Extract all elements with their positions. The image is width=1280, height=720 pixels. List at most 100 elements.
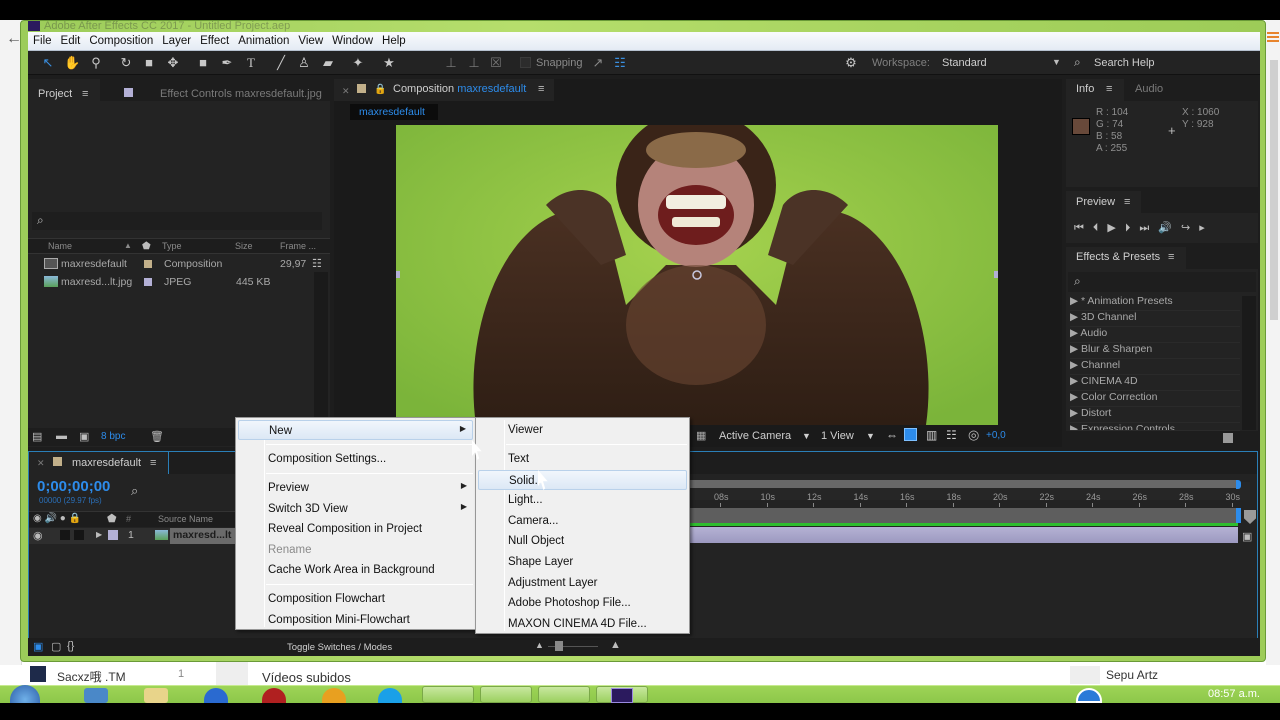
rotation-tool-icon[interactable]: ↻	[118, 56, 134, 70]
submenu-item-adobe-photoshop-file[interactable]: Adobe Photoshop File...	[478, 593, 687, 613]
in-out-controls-icon[interactable]: {}	[67, 640, 74, 652]
rectangle-tool-icon[interactable]: ■	[195, 56, 211, 70]
comp-flowchart-icon[interactable]: ☷	[946, 428, 957, 442]
menu-item-reveal-composition-in-project[interactable]: Reveal Composition in Project	[238, 519, 473, 539]
hand-tool-icon[interactable]: ✋	[64, 56, 80, 70]
transparency-grid-icon[interactable]: ▦	[696, 429, 706, 442]
workspace-dropdown-icon[interactable]: ▼	[1052, 57, 1061, 67]
next-frame-icon[interactable]: ⏵	[1125, 222, 1131, 234]
brush-tool-icon[interactable]: ╱	[273, 56, 289, 70]
comp-button-icon[interactable]: ▣	[1242, 530, 1252, 543]
taskbar-record-window[interactable]	[538, 686, 590, 703]
lock-column-icon[interactable]: 🔒	[69, 513, 81, 524]
local-axis-icon[interactable]: ⊥	[443, 56, 459, 70]
workspace-select[interactable]: Standard	[942, 57, 987, 69]
browser-menu-icon[interactable]	[1267, 32, 1279, 44]
flowchart-icon[interactable]: ☷	[312, 257, 322, 270]
camera-dropdown-icon[interactable]: ▼	[802, 431, 811, 441]
project-scrollbar[interactable]	[314, 272, 328, 426]
camera-tool-icon[interactable]: ■	[141, 56, 157, 70]
timeline-panel-menu-icon[interactable]: ≡	[150, 457, 156, 469]
taskbar-app-window[interactable]	[480, 686, 532, 703]
submenu-item-maxon-cinema-4d-file[interactable]: MAXON CINEMA 4D File...	[478, 614, 687, 634]
time-navigator[interactable]	[690, 480, 1238, 488]
submenu-item-viewer[interactable]: Viewer	[478, 420, 687, 440]
selection-tool-icon[interactable]: ↖	[40, 56, 56, 70]
effects-category[interactable]: ▶ 3D Channel	[1070, 311, 1240, 327]
snap-edges-icon[interactable]: ↗	[590, 56, 606, 70]
work-area-bar[interactable]	[690, 508, 1238, 523]
menu-item-preview[interactable]: Preview ▶	[238, 478, 473, 498]
effects-category[interactable]: ▶ Channel	[1070, 359, 1240, 375]
submenu-item-solid[interactable]: Solid...	[478, 469, 687, 490]
composition-viewer-image[interactable]	[396, 125, 998, 425]
sort-ascending-icon[interactable]: ▲	[124, 241, 132, 250]
layer-duration-bar[interactable]	[690, 527, 1238, 543]
taskbar-chrome-window[interactable]	[422, 686, 474, 703]
comp-panel-menu-icon[interactable]: ≡	[538, 83, 544, 95]
view-layout-select[interactable]: 1 View	[821, 430, 854, 442]
menu-layer[interactable]: Layer	[157, 32, 195, 47]
menu-composition[interactable]: Composition	[84, 32, 157, 47]
tab-info[interactable]: Info	[1076, 83, 1094, 95]
new-preset-icon[interactable]	[1223, 433, 1233, 443]
effects-scrollbar[interactable]	[1242, 296, 1256, 430]
system-clock[interactable]: 08:57 a.m.	[1208, 688, 1260, 700]
menu-item-cache-work-area-in-background[interactable]: Cache Work Area in Background	[238, 560, 473, 580]
menu-view[interactable]: View	[293, 32, 327, 47]
source-name-column[interactable]: Source Name	[158, 514, 213, 524]
tab-audio[interactable]: Audio	[1135, 83, 1163, 95]
menu-window[interactable]: Window	[327, 32, 377, 47]
tab-timeline[interactable]: maxresdefault	[72, 457, 141, 469]
trash-icon[interactable]: 🗑	[150, 430, 164, 443]
close-timeline-tab-icon[interactable]: ✕	[37, 458, 45, 469]
effects-category[interactable]: ▶ Expression Controls	[1070, 423, 1240, 431]
effects-search-input[interactable]	[1068, 272, 1256, 292]
new-folder-icon[interactable]: ▬	[56, 430, 67, 442]
submenu-item-adjustment-layer[interactable]: Adjustment Layer	[478, 573, 687, 593]
transfer-controls-icon[interactable]: ▢	[51, 640, 61, 653]
col-type[interactable]: Type	[162, 241, 182, 251]
mute-audio-icon[interactable]: 🔊	[1158, 222, 1172, 234]
camera-select[interactable]: Active Camera	[719, 430, 791, 442]
reset-exposure-icon[interactable]: ◎	[968, 427, 979, 443]
type-tool-icon[interactable]: T	[243, 56, 259, 70]
browser-scrollbar-thumb[interactable]	[1270, 60, 1278, 320]
search-icon[interactable]: ⌕	[1074, 55, 1081, 70]
taskbar-media-player-icon[interactable]	[84, 688, 108, 703]
submenu-item-null-object[interactable]: Null Object	[478, 531, 687, 551]
video-eye-icon[interactable]: ◉	[33, 513, 42, 524]
effects-panel-menu-icon[interactable]: ≡	[1168, 251, 1174, 263]
effects-category[interactable]: ▶ Blur & Sharpen	[1070, 343, 1240, 359]
roto-brush-tool-icon[interactable]: ✦	[350, 56, 366, 70]
pen-tool-icon[interactable]: ✒	[219, 56, 235, 70]
channel-name[interactable]: Sacxz哦 .TM	[57, 668, 126, 685]
comp-breadcrumb-item[interactable]: maxresdefault	[359, 106, 425, 118]
tab-project[interactable]: Project	[38, 88, 72, 100]
layer-switches-icon[interactable]: ▣	[33, 640, 43, 653]
menu-item-new[interactable]: New ▶	[238, 420, 473, 440]
tab-effects-presets[interactable]: Effects & Presets	[1076, 251, 1160, 263]
effects-category[interactable]: ▶ Audio	[1070, 327, 1240, 343]
layer-expand-icon[interactable]: ▶	[96, 530, 102, 539]
timeline-search-icon[interactable]: ⌕	[131, 483, 138, 499]
menu-effect[interactable]: Effect	[195, 32, 233, 47]
tab-effect-controls[interactable]: Effect Controls maxresdefault.jpg	[160, 88, 322, 100]
effects-category[interactable]: ▶ CINEMA 4D	[1070, 375, 1240, 391]
search-help-input[interactable]: Search Help	[1094, 57, 1155, 69]
first-frame-icon[interactable]: ⏮	[1074, 222, 1084, 234]
layer-lock-toggle[interactable]	[74, 530, 84, 540]
interpret-footage-icon[interactable]: ▤	[32, 430, 42, 443]
submenu-item-shape-layer[interactable]: Shape Layer	[478, 552, 687, 572]
submenu-item-light[interactable]: Light...	[478, 490, 687, 510]
bpc-button[interactable]: 8 bpc	[101, 431, 125, 442]
toggle-pixel-aspect-icon[interactable]: ⇔	[886, 428, 898, 442]
col-name[interactable]: Name	[48, 241, 72, 251]
menu-animation[interactable]: Animation	[233, 32, 293, 47]
project-item-label-swatch[interactable]	[144, 260, 152, 268]
audio-icon[interactable]: 🔊	[45, 513, 57, 524]
snapping-checkbox[interactable]	[520, 57, 531, 68]
close-comp-tab-icon[interactable]: ✕	[342, 86, 350, 97]
eraser-tool-icon[interactable]: ▰	[320, 56, 336, 70]
view-layout-dropdown-icon[interactable]: ▼	[866, 431, 875, 441]
